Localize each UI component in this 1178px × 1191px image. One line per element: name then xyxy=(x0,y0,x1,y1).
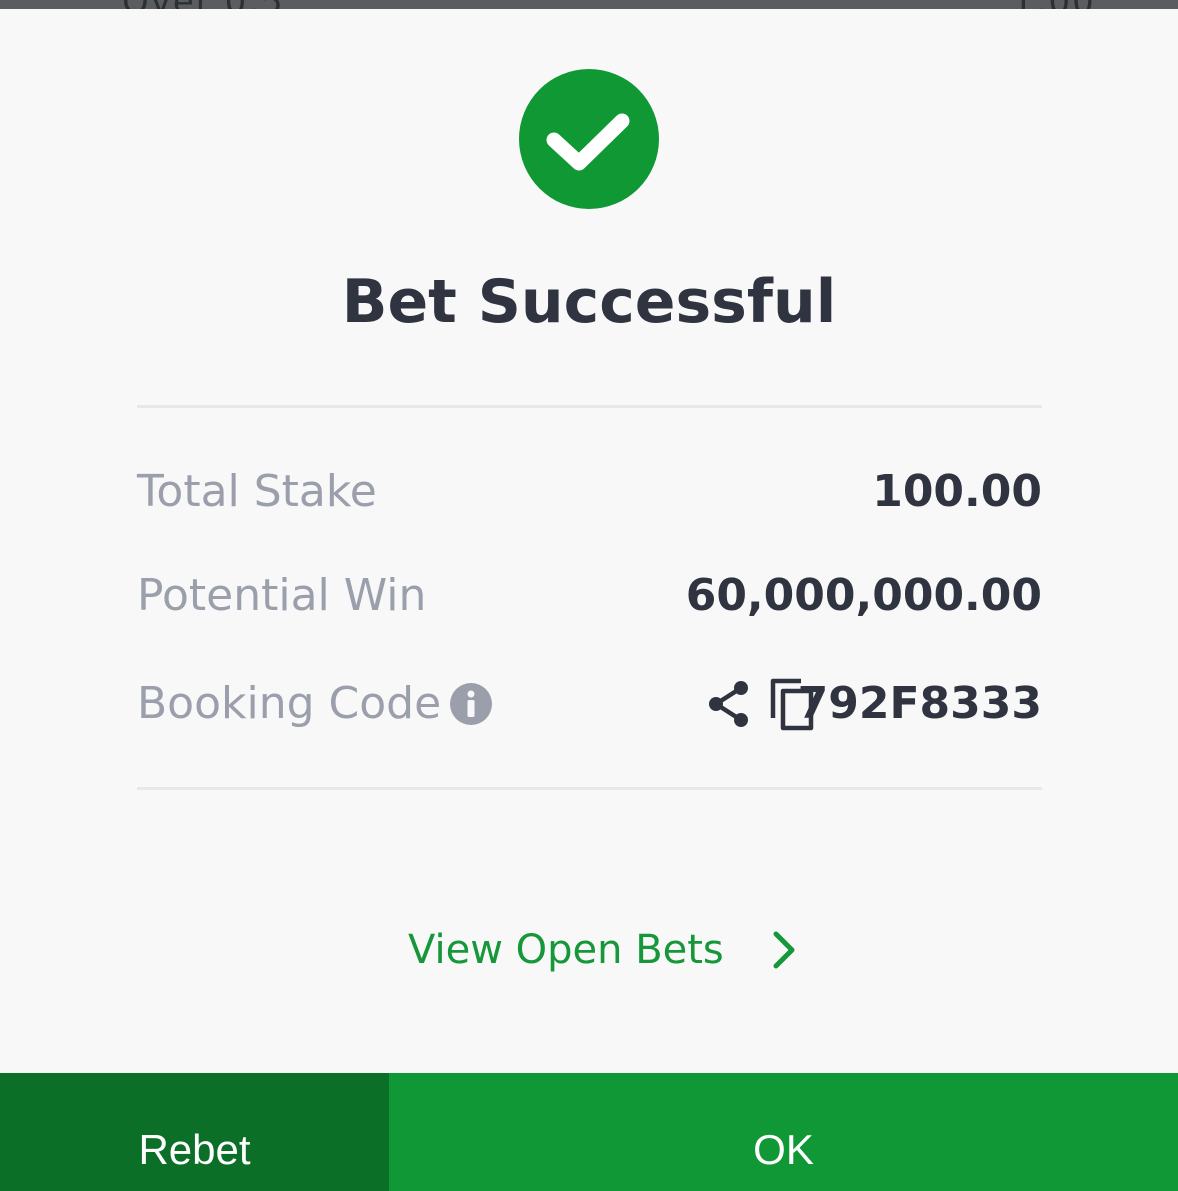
info-icon[interactable] xyxy=(450,683,492,725)
background-market-label: Over 0.5 xyxy=(122,0,285,9)
ok-button[interactable]: OK xyxy=(389,1073,1178,1191)
potential-win-row: Potential Win 60,000,000.00 xyxy=(137,566,1042,626)
dialog-title: Bet Successful xyxy=(341,267,837,337)
total-stake-row: Total Stake 100.00 xyxy=(137,462,1042,522)
potential-win-value: 60,000,000.00 xyxy=(685,570,1042,621)
check-circle-icon xyxy=(519,69,659,209)
divider xyxy=(137,787,1042,790)
rebet-button-label: Rebet xyxy=(138,1126,251,1173)
booking-code-label: Booking Code xyxy=(137,678,442,729)
share-icon[interactable] xyxy=(704,678,754,730)
rebet-button[interactable]: Rebet xyxy=(0,1073,389,1191)
booking-code-value[interactable]: 792F8333 xyxy=(798,674,1042,734)
potential-win-label: Potential Win xyxy=(137,570,427,621)
booking-code-row: Booking Code 792F8333 xyxy=(137,674,1042,734)
chevron-right-icon xyxy=(773,931,795,969)
total-stake-label: Total Stake xyxy=(137,466,377,517)
background-odds-value: 1.00 xyxy=(1012,0,1096,9)
total-stake-value: 100.00 xyxy=(872,466,1042,517)
view-open-bets-label[interactable]: View Open Bets xyxy=(408,927,724,973)
view-open-bets-link[interactable]: View Open Bets xyxy=(408,914,800,986)
background-content-peek: Over 0.5 1.00 xyxy=(0,0,1178,9)
bet-success-dialog: Bet Successful Total Stake 100.00 Potent… xyxy=(0,9,1178,1191)
ok-button-label: OK xyxy=(753,1126,814,1173)
divider xyxy=(137,405,1042,408)
